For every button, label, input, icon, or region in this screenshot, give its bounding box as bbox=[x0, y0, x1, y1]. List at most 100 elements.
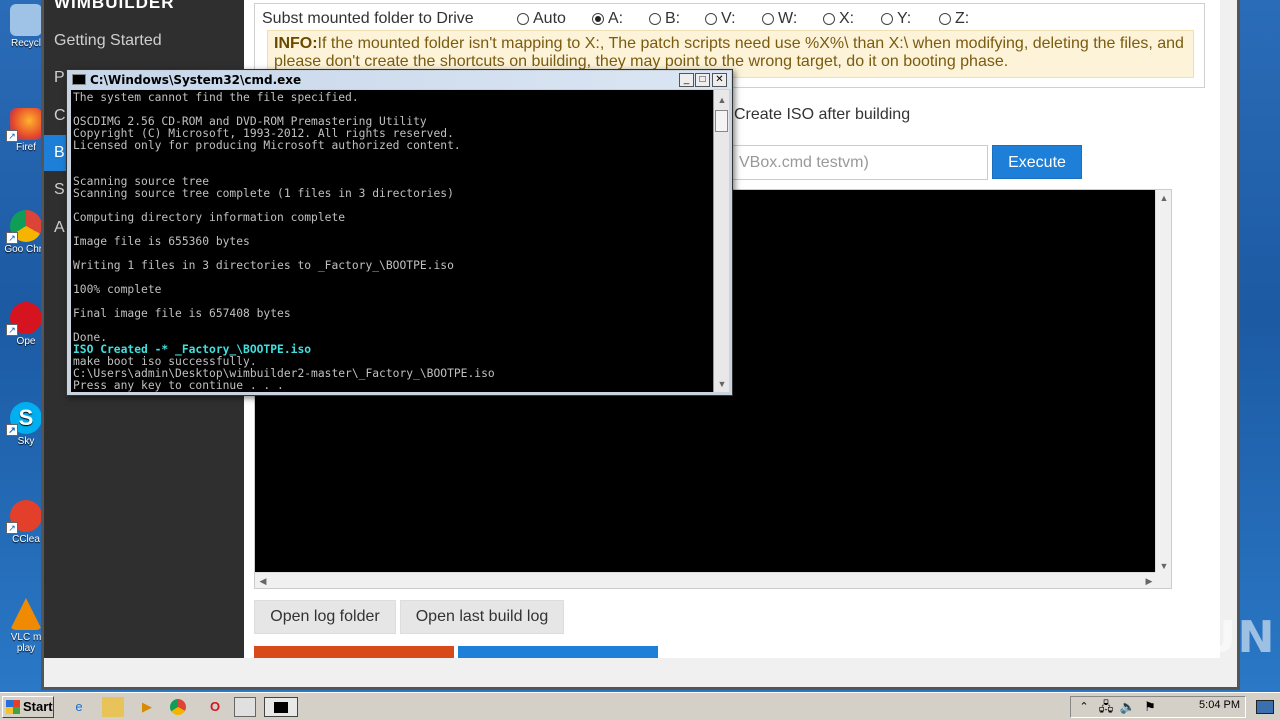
desktop-icon-label: CClea bbox=[12, 534, 40, 545]
radio-circle bbox=[939, 13, 951, 25]
cmd-line bbox=[73, 320, 714, 332]
drive-radio-label: Z: bbox=[955, 10, 970, 27]
cmd-line bbox=[73, 152, 714, 164]
console-icon bbox=[72, 74, 86, 85]
drive-radio-label: X: bbox=[839, 10, 855, 27]
cmd-output-tail: make boot iso successfully. C:\Users\admi… bbox=[73, 356, 714, 392]
cmd-line: 100% complete bbox=[73, 283, 162, 296]
radio-circle bbox=[823, 13, 835, 25]
drive-radio-z[interactable]: Z: bbox=[939, 10, 969, 28]
console-icon bbox=[274, 702, 288, 713]
app-brand: WIMBUILDER bbox=[54, 0, 175, 12]
chevron-up-icon[interactable]: ⌃ bbox=[1073, 697, 1095, 717]
watermark-logo: ANY RUN bbox=[1038, 612, 1277, 663]
command-input[interactable] bbox=[732, 145, 988, 180]
app-window-icon[interactable] bbox=[234, 697, 256, 717]
desktop-icon-label: Recycl bbox=[10, 38, 41, 49]
info-title: INFO: bbox=[274, 35, 318, 52]
radio-circle bbox=[881, 13, 893, 25]
drive-radio-label: B: bbox=[665, 10, 681, 27]
opera-icon: ↗ bbox=[6, 302, 42, 336]
explorer-folder-icon[interactable] bbox=[102, 697, 124, 717]
cmd-line: The system cannot find the file specifie… bbox=[73, 91, 359, 104]
vlc-icon bbox=[10, 598, 42, 630]
open-log-folder-button[interactable]: Open log folder bbox=[254, 600, 396, 634]
orange-action-button[interactable] bbox=[254, 646, 454, 658]
close-icon[interactable]: ✕ bbox=[712, 73, 727, 87]
page-vertical-scrollbar[interactable] bbox=[1220, 0, 1237, 658]
radio-circle bbox=[705, 13, 717, 25]
windows-logo-icon bbox=[6, 700, 20, 714]
drive-radio-w[interactable]: W: bbox=[762, 10, 797, 28]
execute-button[interactable]: Execute bbox=[992, 145, 1082, 179]
clock[interactable]: 5:04 PM bbox=[1199, 699, 1240, 711]
cmd-output[interactable]: The system cannot find the file specifie… bbox=[71, 90, 714, 392]
scroll-up-icon[interactable]: ▲ bbox=[1156, 190, 1172, 206]
cmd-line: Image file is 655360 bytes bbox=[73, 235, 250, 248]
shortcut-arrow-icon: ↗ bbox=[6, 522, 18, 534]
cmd-line: Final image file is 657408 bytes bbox=[73, 307, 291, 320]
scroll-down-icon[interactable]: ▼ bbox=[714, 376, 730, 392]
shortcut-arrow-icon: ↗ bbox=[6, 232, 18, 244]
cmd-scrollbar[interactable]: ▲ ▼ bbox=[713, 90, 729, 392]
cmd-output-lines: The system cannot find the file specifie… bbox=[73, 92, 714, 344]
shortcut-arrow-icon: ↗ bbox=[6, 130, 18, 142]
maximize-icon[interactable]: □ bbox=[695, 73, 710, 87]
skype-icon: S ↗ bbox=[6, 402, 42, 436]
opera-icon[interactable]: O bbox=[204, 697, 226, 717]
cmd-title: C:\Windows\System32\cmd.exe bbox=[90, 73, 302, 87]
start-button[interactable]: Start bbox=[2, 696, 54, 718]
show-desktop-icon[interactable] bbox=[1256, 700, 1274, 714]
drive-radio-v[interactable]: V: bbox=[705, 10, 736, 28]
drive-radio-label: Y: bbox=[897, 10, 912, 27]
desktop-icon-label: VLC m play bbox=[10, 632, 42, 654]
chrome-icon[interactable] bbox=[170, 699, 186, 715]
blue-action-button[interactable] bbox=[458, 646, 658, 658]
volume-icon[interactable]: 🔈 bbox=[1117, 697, 1139, 717]
scroll-thumb[interactable] bbox=[715, 110, 728, 132]
cmd-line: Writing 1 files in 3 directories to _Fac… bbox=[73, 259, 454, 272]
desktop-icon-label: Ope bbox=[16, 336, 36, 347]
drive-radio-x[interactable]: X: bbox=[823, 10, 854, 28]
radio-circle bbox=[649, 13, 661, 25]
scroll-left-icon[interactable]: ◀ bbox=[255, 573, 271, 589]
cmd-titlebar[interactable]: C:\Windows\System32\cmd.exe _ □ ✕ bbox=[68, 71, 731, 89]
scroll-up-icon[interactable]: ▲ bbox=[714, 92, 730, 108]
recycle-bin-icon bbox=[10, 4, 42, 36]
radio-circle-selected bbox=[592, 13, 604, 25]
scrollbar-corner bbox=[1155, 572, 1171, 588]
flag-icon[interactable]: ⚑ bbox=[1139, 697, 1161, 717]
create-iso-checkbox-label[interactable]: Create ISO after building bbox=[734, 106, 910, 124]
network-icon[interactable]: 🖧 bbox=[1095, 697, 1117, 717]
drive-radio-y[interactable]: Y: bbox=[881, 10, 911, 28]
drive-radio-b[interactable]: B: bbox=[649, 10, 680, 28]
open-last-build-log-button[interactable]: Open last build log bbox=[400, 600, 564, 634]
firefox-icon: ↗ bbox=[6, 108, 42, 142]
ccleaner-icon: ↗ bbox=[6, 500, 42, 534]
drive-radio-label: Auto bbox=[533, 10, 566, 27]
info-text: If the mounted folder isn't mapping to X… bbox=[274, 35, 1184, 70]
shortcut-arrow-icon: ↗ bbox=[6, 324, 18, 336]
desktop-icon-label: Sky bbox=[17, 436, 35, 447]
drive-radio-auto[interactable]: Auto bbox=[517, 10, 566, 28]
ie-icon[interactable]: e bbox=[68, 697, 90, 717]
media-player-icon[interactable]: ▶ bbox=[136, 697, 158, 717]
cmd-line bbox=[73, 272, 714, 284]
drive-radio-label: V: bbox=[721, 10, 736, 27]
radio-circle bbox=[762, 13, 774, 25]
drive-radio-a[interactable]: A: bbox=[592, 10, 623, 28]
cmd-line: Computing directory information complete bbox=[73, 211, 346, 224]
cmd-taskbar-button[interactable] bbox=[264, 697, 298, 717]
start-label: Start bbox=[23, 699, 53, 714]
console-vertical-scrollbar[interactable]: ▲ ▼ bbox=[1155, 190, 1171, 574]
desktop-icon-label: Firef bbox=[16, 142, 36, 153]
shortcut-arrow-icon: ↗ bbox=[6, 424, 18, 436]
sidebar-item-getting-started[interactable]: Getting Started bbox=[44, 23, 244, 59]
cmd-window[interactable]: C:\Windows\System32\cmd.exe _ □ ✕ The sy… bbox=[66, 69, 733, 396]
minimize-icon[interactable]: _ bbox=[679, 73, 694, 87]
cmd-line: Press any key to continue . . . bbox=[73, 379, 284, 392]
cmd-line: Scanning source tree complete (1 files i… bbox=[73, 187, 454, 200]
drive-radio-label: A: bbox=[608, 10, 624, 27]
radio-circle bbox=[517, 13, 529, 25]
console-horizontal-scrollbar[interactable]: ◀ ▶ bbox=[255, 572, 1157, 588]
